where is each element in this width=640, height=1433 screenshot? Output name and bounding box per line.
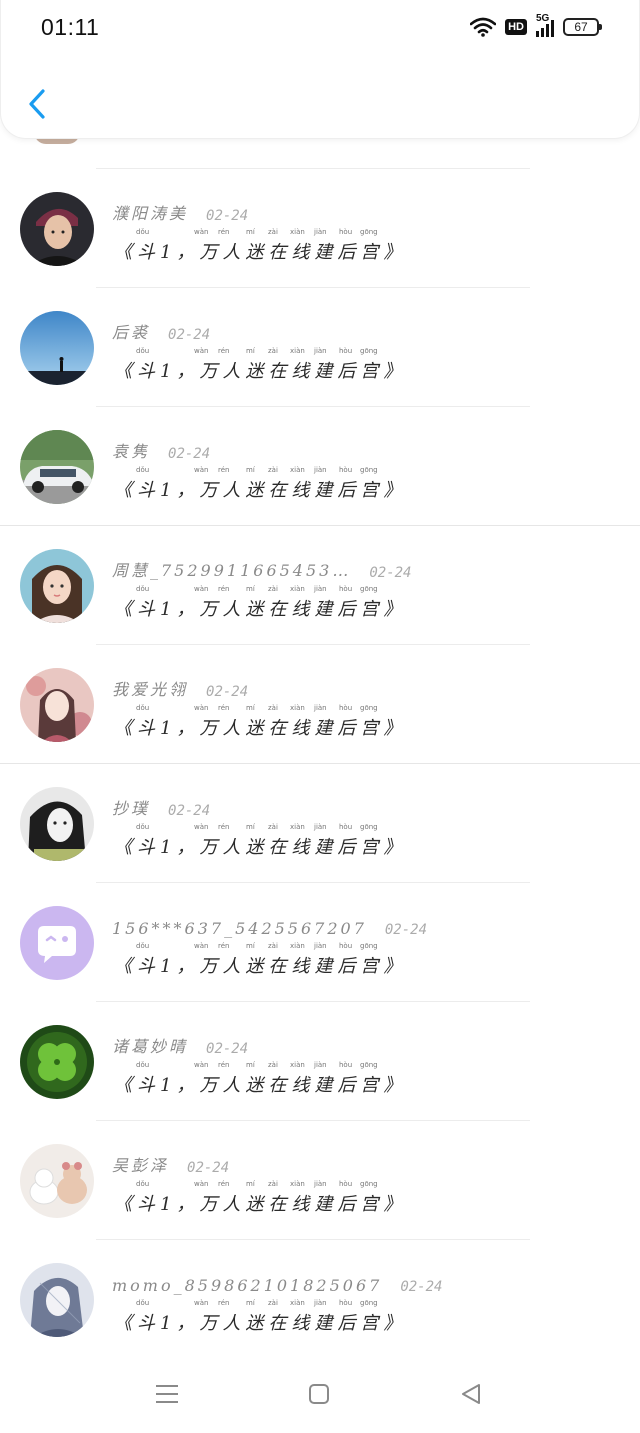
post-date: 02-24 [384, 922, 428, 938]
menu-button[interactable] [150, 1377, 184, 1411]
message-preview: 《斗1，万人迷在线建后宫》 [114, 599, 407, 620]
divider [96, 1239, 530, 1240]
user-name: 抄璞 [112, 799, 151, 818]
header: 01:11 HD 5G 67 [0, 0, 640, 139]
post-date: 02-24 [369, 565, 412, 581]
portrait-man-icon [20, 192, 94, 266]
avatar[interactable] [20, 430, 94, 504]
pinyin-annotation: dǒu wàn rén mí zài xiàn jiàn hòu gōng [136, 466, 378, 474]
post-date: 02-24 [206, 1041, 249, 1057]
home-button[interactable] [302, 1377, 336, 1411]
avatar[interactable] [20, 1144, 94, 1218]
divider [96, 882, 530, 883]
avatar[interactable] [20, 549, 94, 623]
divider [96, 644, 530, 645]
status-icons: HD 5G 67 [470, 13, 602, 37]
landscape-sky-icon [20, 311, 94, 385]
user-name: 周慧_7529911665453… [112, 561, 352, 580]
message-preview: 《斗1，万人迷在线建后宫》 [114, 1194, 407, 1215]
chevron-left-icon [29, 89, 45, 119]
pinyin-annotation: dǒu wàn rén mí zài xiàn jiàn hòu gōng [136, 228, 378, 236]
post-date: 02-24 [168, 327, 211, 343]
divider [0, 525, 640, 526]
chat-list-screen: 濮阳涛美 02-24 dǒu wàn rén mí zài xiàn jiàn … [0, 0, 640, 1433]
post-date: 02-24 [206, 208, 249, 224]
avatar[interactable] [20, 1263, 94, 1337]
list-item[interactable]: momo_859862101825067 02-24 dǒu wàn rén m… [0, 1239, 640, 1358]
system-back-button[interactable] [454, 1377, 488, 1411]
back-triangle-icon [462, 1384, 480, 1404]
user-name: 我爱光翎 [112, 680, 189, 699]
user-name: 诸葛妙晴 [112, 1037, 189, 1056]
divider [96, 168, 530, 169]
car-photo-icon [20, 430, 94, 504]
user-name: 濮阳涛美 [112, 204, 189, 223]
list-item[interactable]: 156***637_5425567207 02-24 dǒu wàn rén m… [0, 882, 640, 1001]
pinyin-annotation: dǒu wàn rén mí zài xiàn jiàn hòu gōng [136, 585, 378, 593]
portrait-woman-icon [20, 787, 94, 861]
user-name: 156***637_5425567207 [112, 919, 367, 938]
message-preview: 《斗1，万人迷在线建后宫》 [114, 837, 407, 858]
pinyin-annotation: dǒu wàn rén mí zài xiàn jiàn hòu gōng [136, 1180, 378, 1188]
user-name: momo_859862101825067 [112, 1276, 383, 1295]
avatar[interactable] [20, 906, 94, 980]
anime-girl-icon [20, 668, 94, 742]
home-icon [309, 1384, 329, 1404]
message-preview: 《斗1，万人迷在线建后宫》 [114, 361, 407, 382]
plush-toys-icon [20, 1144, 94, 1218]
chat-bubble-icon [20, 906, 94, 980]
pinyin-annotation: dǒu wàn rén mí zài xiàn jiàn hòu gōng [136, 347, 378, 355]
menu-icon [156, 1385, 178, 1403]
pinyin-annotation: dǒu wàn rén mí zài xiàn jiàn hòu gōng [136, 704, 378, 712]
pinyin-annotation: dǒu wàn rén mí zài xiàn jiàn hòu gōng [136, 942, 378, 950]
list-item[interactable]: 后裘 02-24 dǒu wàn rén mí zài xiàn jiàn hò… [0, 287, 640, 406]
hd-icon: HD [505, 19, 527, 35]
list-item[interactable]: 濮阳涛美 02-24 dǒu wàn rén mí zài xiàn jiàn … [0, 168, 640, 287]
system-nav-bar [0, 1355, 640, 1433]
message-preview: 《斗1，万人迷在线建后宫》 [114, 718, 407, 739]
message-preview: 《斗1，万人迷在线建后宫》 [114, 1313, 407, 1334]
status-time: 01:11 [41, 14, 100, 40]
user-name: 后裘 [112, 323, 151, 342]
message-preview: 《斗1，万人迷在线建后宫》 [114, 956, 407, 977]
divider [96, 287, 530, 288]
list-item[interactable]: 抄璞 02-24 dǒu wàn rén mí zài xiàn jiàn hò… [0, 763, 640, 882]
pinyin-annotation: dǒu wàn rén mí zài xiàn jiàn hòu gōng [136, 1061, 378, 1069]
portrait-girl-icon [20, 549, 94, 623]
list-item[interactable]: 周慧_7529911665453… 02-24 dǒu wàn rén mí z… [0, 525, 640, 644]
avatar[interactable] [20, 192, 94, 266]
message-preview: 《斗1，万人迷在线建后宫》 [114, 1075, 407, 1096]
post-date: 02-24 [187, 1160, 230, 1176]
user-name: 袁隽 [112, 442, 151, 461]
battery-icon: 67 [563, 18, 602, 36]
back-button[interactable] [21, 84, 53, 124]
divider [96, 406, 530, 407]
list-item[interactable]: 袁隽 02-24 dǒu wàn rén mí zài xiàn jiàn hò… [0, 406, 640, 525]
anime-sketch-icon [20, 1263, 94, 1337]
post-date: 02-24 [206, 684, 249, 700]
pinyin-annotation: dǒu wàn rén mí zài xiàn jiàn hòu gōng [136, 1299, 378, 1307]
list-item[interactable]: 我爱光翎 02-24 dǒu wàn rén mí zài xiàn jiàn … [0, 644, 640, 763]
avatar[interactable] [20, 787, 94, 861]
divider [0, 763, 640, 764]
avatar[interactable] [20, 668, 94, 742]
5g-signal-icon: 5G [536, 13, 554, 37]
divider [96, 1001, 530, 1002]
divider [96, 1120, 530, 1121]
post-date: 02-24 [400, 1279, 443, 1295]
post-date: 02-24 [168, 446, 211, 462]
avatar[interactable] [20, 1025, 94, 1099]
avatar[interactable] [20, 311, 94, 385]
list-item[interactable]: 吴彭泽 02-24 dǒu wàn rén mí zài xiàn jiàn h… [0, 1120, 640, 1239]
post-date: 02-24 [168, 803, 211, 819]
wifi-icon [470, 17, 497, 37]
pinyin-annotation: dǒu wàn rén mí zài xiàn jiàn hòu gōng [136, 823, 378, 831]
message-preview: 《斗1，万人迷在线建后宫》 [114, 480, 407, 501]
user-name: 吴彭泽 [112, 1156, 170, 1175]
list-item[interactable]: 诸葛妙晴 02-24 dǒu wàn rén mí zài xiàn jiàn … [0, 1001, 640, 1120]
clover-icon [20, 1025, 94, 1099]
message-preview: 《斗1，万人迷在线建后宫》 [114, 242, 407, 263]
